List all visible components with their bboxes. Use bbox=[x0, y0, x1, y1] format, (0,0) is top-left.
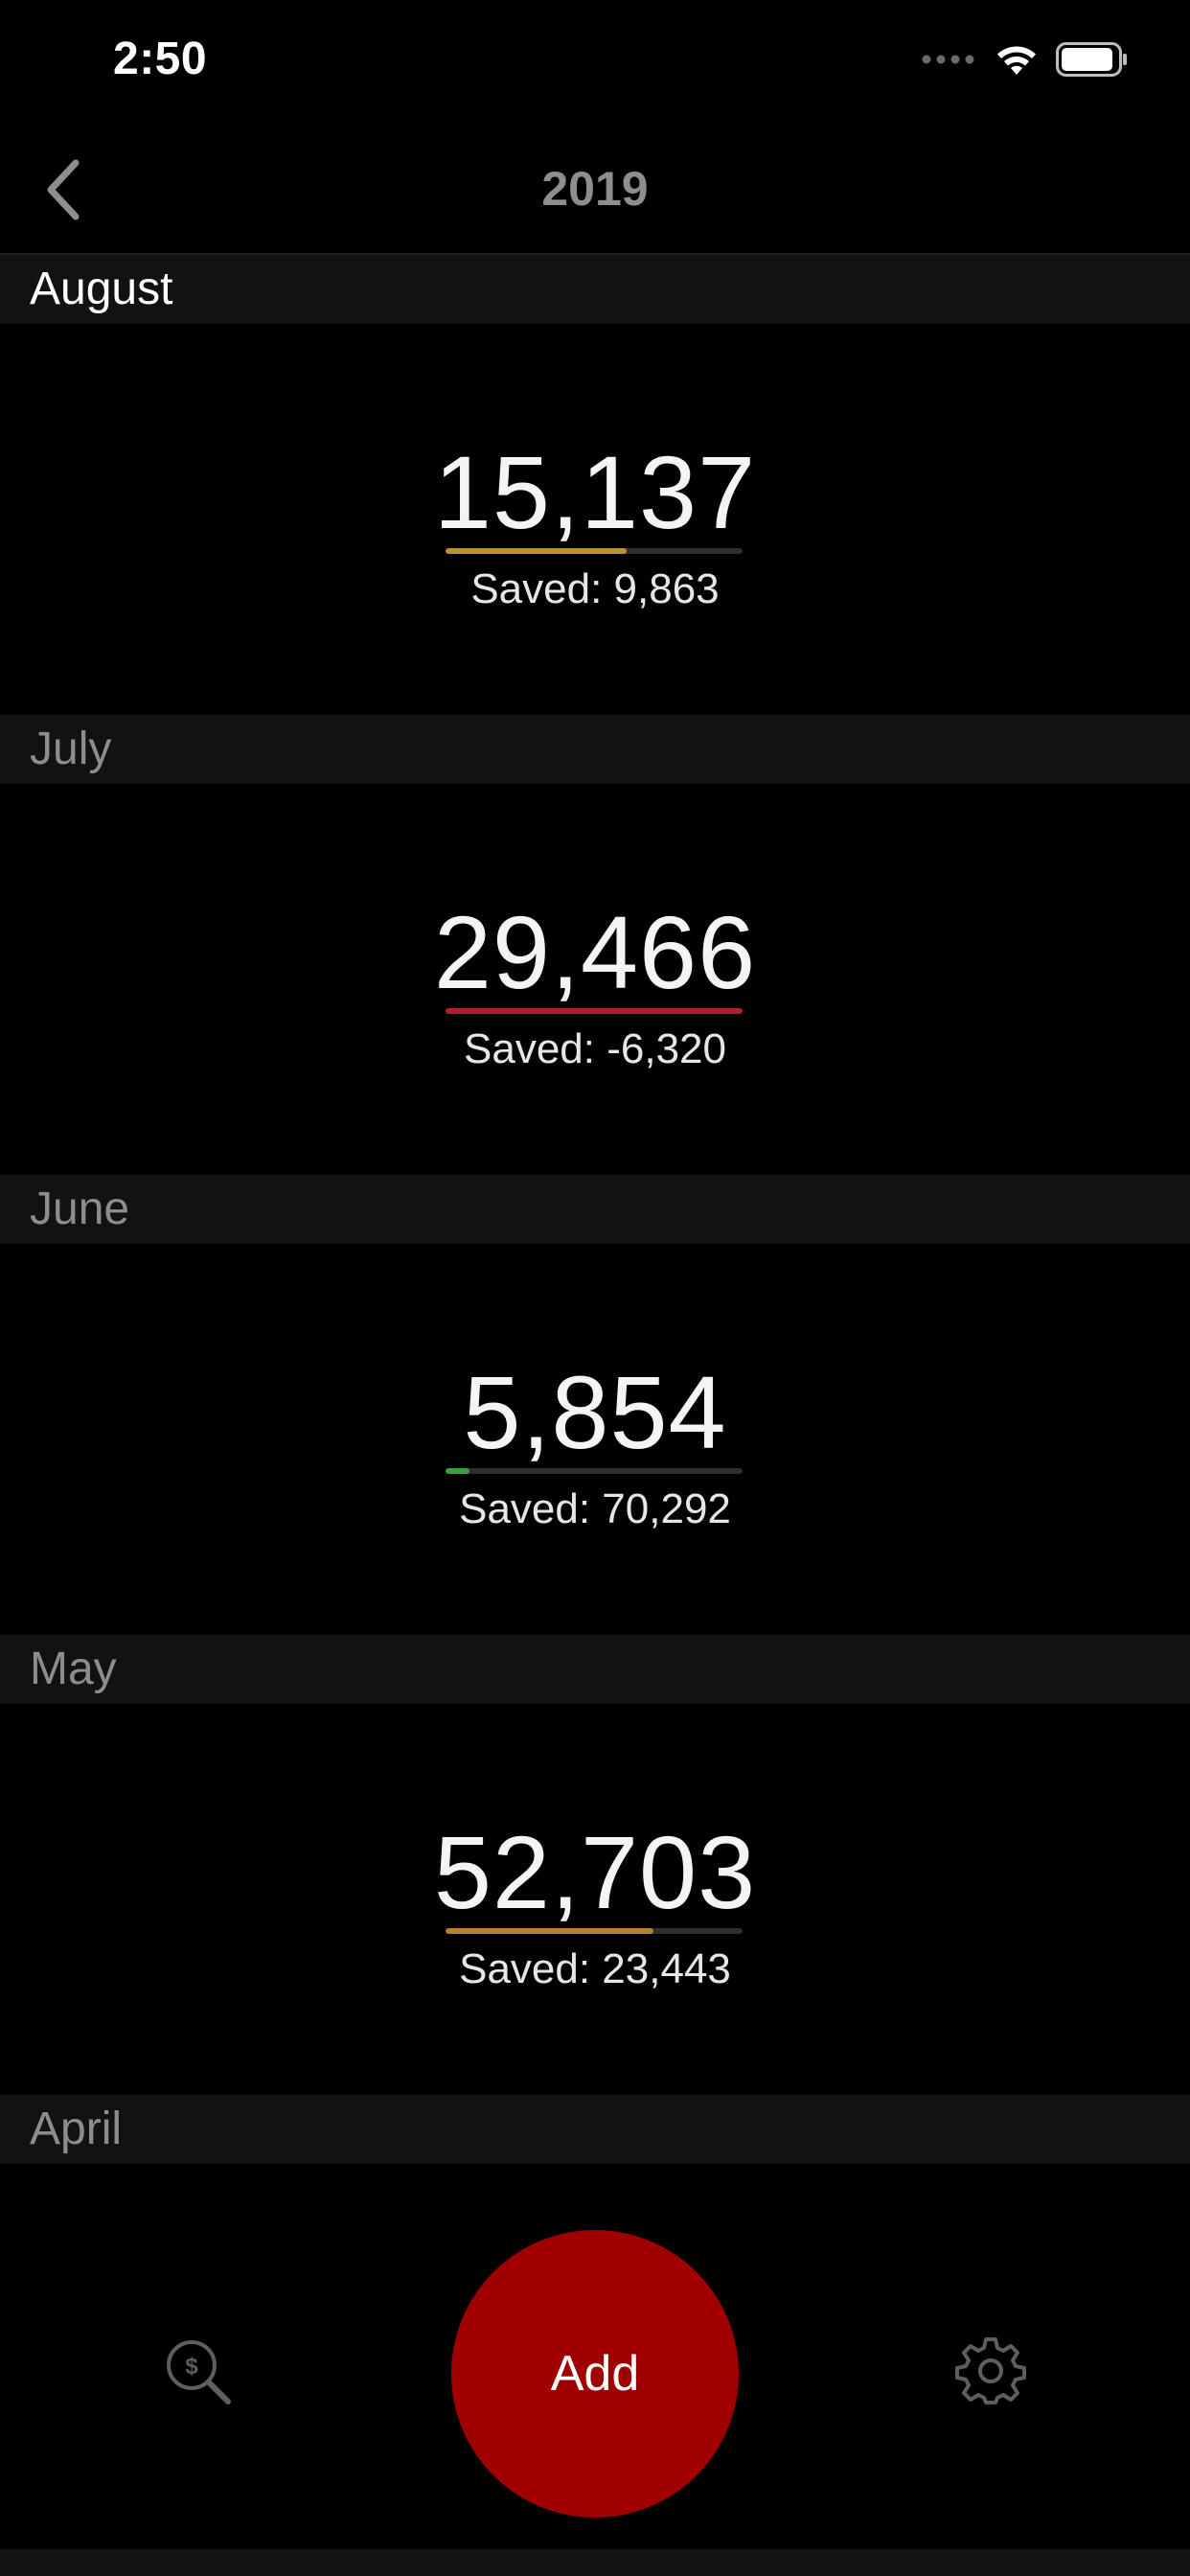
section-header-june: June bbox=[0, 1175, 1190, 1244]
dollar-search-icon: $ bbox=[167, 2340, 231, 2404]
month-cell-august[interactable]: 15,137 Saved: 9,863 bbox=[0, 324, 1190, 715]
status-time: 2:50 bbox=[113, 34, 208, 84]
settings-button[interactable] bbox=[954, 2334, 1027, 2407]
month-cell-may[interactable]: 52,703 Saved: 23,443 bbox=[0, 1704, 1190, 2095]
section-header-label: August bbox=[30, 264, 173, 314]
signal-icon bbox=[922, 55, 974, 64]
status-icons bbox=[922, 42, 1129, 77]
saved-amount: Saved: 23,443 bbox=[459, 1945, 731, 1992]
budget-progress-bar bbox=[446, 1008, 743, 1014]
page-title: 2019 bbox=[541, 162, 649, 216]
svg-text:$: $ bbox=[185, 2354, 198, 2380]
battery-icon bbox=[1056, 42, 1127, 77]
status-bar: 2:50 bbox=[0, 0, 1190, 125]
month-list: August 15,137 Saved: 9,863 July 29,466 S… bbox=[0, 255, 1190, 2555]
month-cell-june[interactable]: 5,854 Saved: 70,292 bbox=[0, 1244, 1190, 1635]
section-header-may: May bbox=[0, 1635, 1190, 1704]
budget-progress-bar bbox=[446, 1928, 743, 1934]
section-header-label: June bbox=[30, 1184, 130, 1234]
section-header-label: April bbox=[30, 2104, 123, 2154]
budget-progress-fill bbox=[446, 1008, 743, 1014]
spent-amount: 15,137 bbox=[433, 434, 757, 550]
budget-progress-fill bbox=[446, 1928, 653, 1934]
section-header-april: April bbox=[0, 2095, 1190, 2164]
saved-amount: Saved: -6,320 bbox=[464, 1025, 726, 1072]
spent-amount: 29,466 bbox=[433, 894, 757, 1010]
budget-progress-fill bbox=[446, 1468, 469, 1474]
search-expenses-button[interactable]: $ bbox=[161, 2334, 238, 2411]
wifi-icon bbox=[997, 46, 1036, 75]
navigation-bar: 2019 bbox=[0, 125, 1190, 255]
gear-icon bbox=[955, 2337, 1026, 2404]
saved-amount: Saved: 9,863 bbox=[470, 565, 720, 612]
budget-progress-bar bbox=[446, 548, 743, 554]
month-cell-july[interactable]: 29,466 Saved: -6,320 bbox=[0, 784, 1190, 1175]
budget-progress-fill bbox=[446, 548, 628, 554]
section-header-peek bbox=[0, 2549, 1190, 2576]
section-header-label: July bbox=[30, 724, 112, 774]
section-header-july: July bbox=[0, 715, 1190, 784]
spent-amount: 52,703 bbox=[433, 1814, 757, 1930]
section-header-label: May bbox=[30, 1644, 117, 1694]
add-button-label: Add bbox=[550, 2346, 640, 2402]
add-expense-button[interactable]: Add bbox=[451, 2230, 739, 2518]
saved-amount: Saved: 70,292 bbox=[459, 1485, 731, 1532]
section-header-august: August bbox=[0, 255, 1190, 324]
budget-progress-bar bbox=[446, 1468, 743, 1474]
spent-amount: 5,854 bbox=[463, 1354, 727, 1470]
